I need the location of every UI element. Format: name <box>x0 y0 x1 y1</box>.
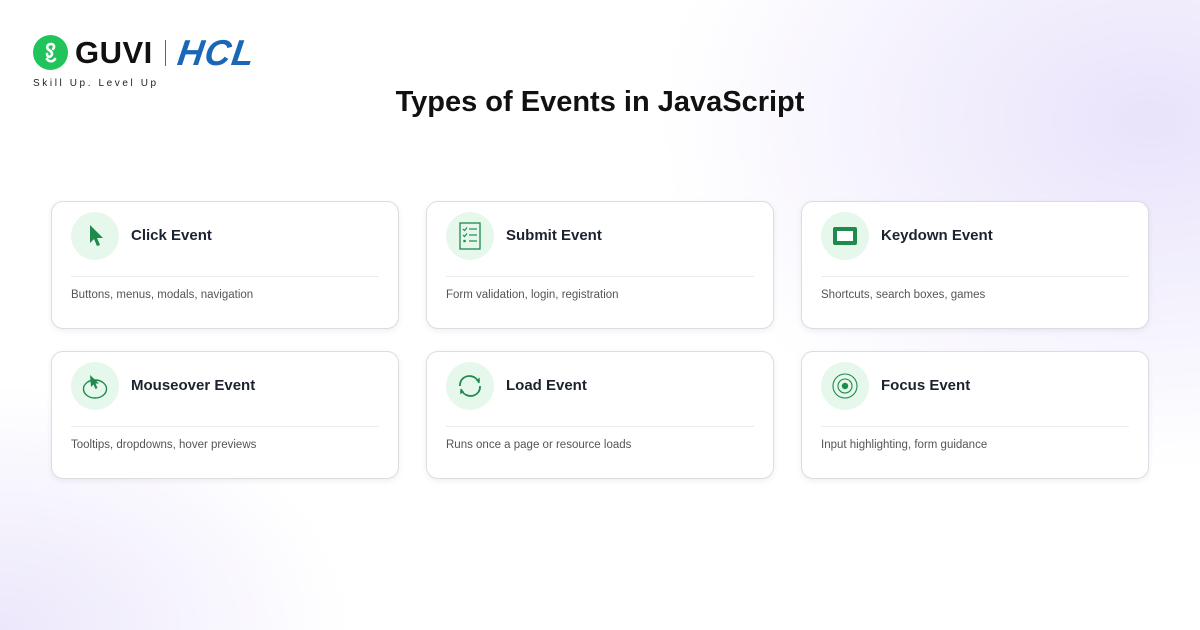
event-card-click: Click Event Buttons, menus, modals, navi… <box>51 201 399 329</box>
card-title: Focus Event <box>881 377 971 394</box>
logo-divider <box>164 39 166 66</box>
card-divider <box>71 426 379 427</box>
card-description: Buttons, menus, modals, navigation <box>71 289 254 301</box>
keyboard-icon <box>821 212 869 260</box>
target-icon <box>821 362 869 410</box>
page-title: Types of Events in JavaScript <box>395 86 805 118</box>
cursor-icon <box>71 212 119 260</box>
card-description: Runs once a page or resource loads <box>446 439 632 451</box>
event-card-mouseover: Mouseover Event Tooltips, dropdowns, hov… <box>51 351 399 479</box>
guvi-logo-icon <box>33 35 68 70</box>
logo: GUVI HCL Skill Up. Level Up <box>33 32 258 89</box>
event-card-focus: Focus Event Input highlighting, form gui… <box>801 351 1149 479</box>
card-title: Keydown Event <box>881 227 993 244</box>
checklist-icon <box>446 212 494 260</box>
event-card-submit: Submit Event Form validation, login, reg… <box>426 201 774 329</box>
card-divider <box>71 276 379 277</box>
event-card-keydown: Keydown Event Shortcuts, search boxes, g… <box>801 201 1149 329</box>
card-divider <box>446 276 754 277</box>
card-title: Click Event <box>131 227 212 244</box>
hcl-brand-name: HCL <box>174 32 258 73</box>
logo-row: GUVI HCL <box>33 32 258 73</box>
card-divider <box>821 426 1129 427</box>
event-card-load: Load Event Runs once a page or resource … <box>426 351 774 479</box>
card-title: Mouseover Event <box>131 377 256 394</box>
card-description: Form validation, login, registration <box>446 289 619 301</box>
hover-cursor-icon <box>71 362 119 410</box>
card-divider <box>821 276 1129 277</box>
card-title: Submit Event <box>506 227 602 244</box>
card-divider <box>446 426 754 427</box>
card-description: Shortcuts, search boxes, games <box>821 289 986 301</box>
card-title: Load Event <box>506 377 587 394</box>
card-description: Tooltips, dropdowns, hover previews <box>71 439 257 451</box>
guvi-brand-name: GUVI <box>75 35 153 70</box>
refresh-icon <box>446 362 494 410</box>
card-description: Input highlighting, form guidance <box>821 439 988 451</box>
